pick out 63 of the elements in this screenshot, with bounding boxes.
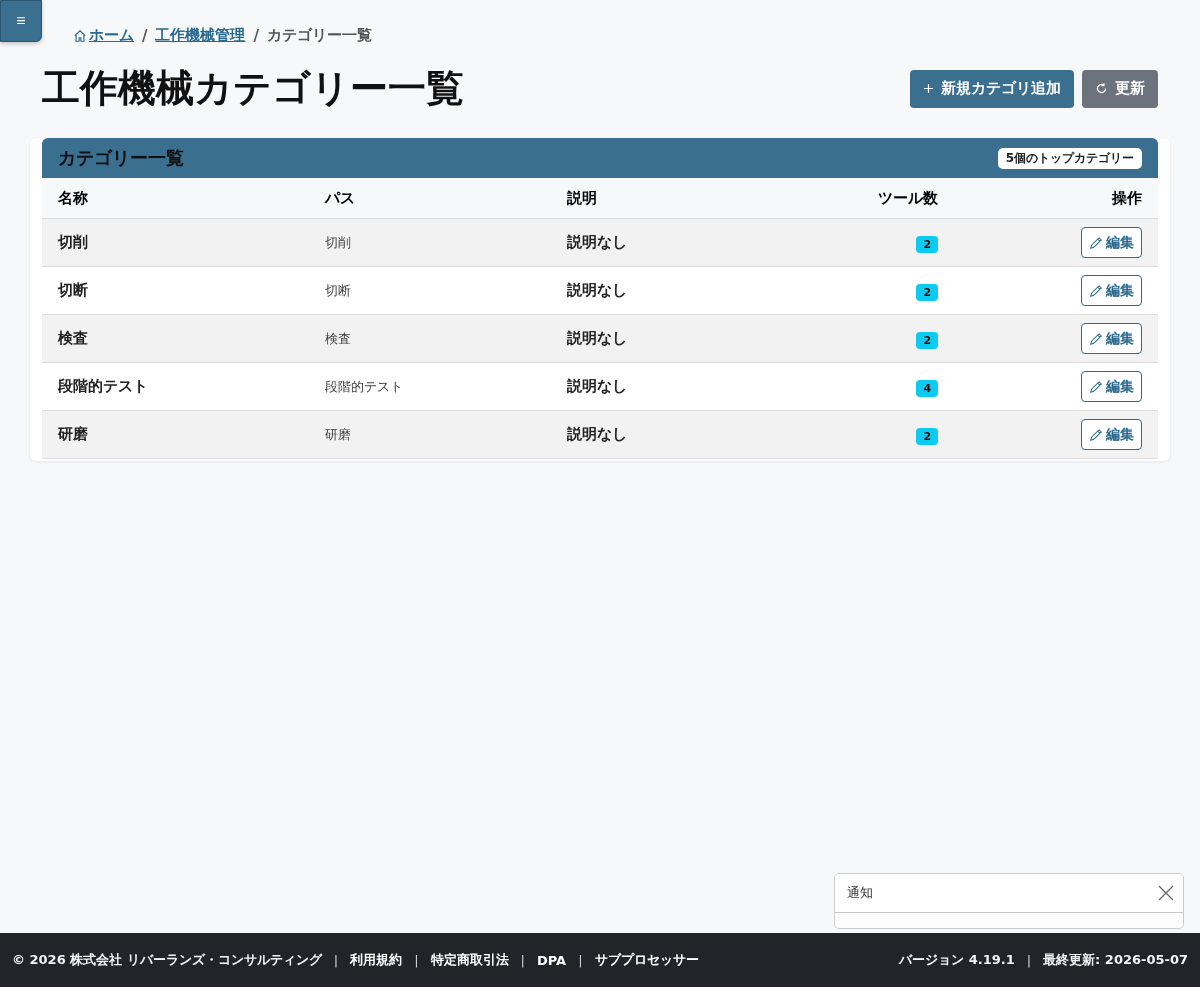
- table-cell: 段階的テスト: [42, 362, 310, 411]
- column-header: 操作: [954, 178, 1158, 219]
- pencil-icon: [1089, 331, 1103, 346]
- edit-button[interactable]: 編集: [1081, 275, 1142, 306]
- toast-title: 通知: [847, 884, 873, 902]
- footer-separator: |: [520, 952, 525, 968]
- footer-link[interactable]: サブプロセッサー: [594, 951, 699, 969]
- add-category-button[interactable]: 新規カテゴリ追加: [910, 69, 1074, 108]
- card-title: カテゴリー一覧: [58, 146, 184, 170]
- plus-icon: [923, 83, 934, 94]
- pencil-icon: [1089, 379, 1103, 394]
- table-cell: 研磨: [309, 410, 551, 459]
- home-link[interactable]: ホーム: [73, 26, 134, 45]
- edit-button[interactable]: 編集: [1081, 371, 1142, 402]
- edit-button[interactable]: 編集: [1081, 323, 1142, 354]
- table-cell: 説明なし: [550, 362, 753, 411]
- breadcrumb-current: カテゴリー一覧: [266, 26, 372, 45]
- column-header: パス: [309, 178, 551, 219]
- footer-link[interactable]: DPA: [536, 952, 567, 968]
- menu-button[interactable]: ≡: [0, 0, 42, 42]
- breadcrumb-separator: /: [142, 26, 148, 45]
- tool-count-badge: 2: [916, 331, 939, 349]
- table-cell: 説明なし: [550, 314, 753, 363]
- pencil-icon: [1089, 427, 1103, 442]
- table-cell: 段階的テスト: [309, 362, 551, 411]
- table-cell: 研磨: [42, 410, 310, 459]
- table-cell: 切断: [42, 266, 310, 315]
- footer-text: 最終更新: 2026-05-07: [1043, 951, 1188, 969]
- tool-count-badge: 4: [916, 379, 939, 397]
- footer-text: © 2026 株式会社 リバーランズ・コンサルティング: [12, 951, 322, 969]
- table-cell: 説明なし: [550, 410, 753, 459]
- footer-link[interactable]: 利用規約: [350, 951, 403, 969]
- pencil-icon: [1089, 235, 1103, 250]
- table-cell: 説明なし: [550, 218, 753, 267]
- breadcrumb-link[interactable]: 工作機械管理: [155, 26, 246, 45]
- table-cell: 切断: [309, 266, 551, 315]
- refresh-button[interactable]: 更新: [1082, 69, 1158, 108]
- refresh-icon: [1095, 82, 1108, 95]
- table-cell: 検査: [42, 314, 310, 363]
- footer-separator: |: [414, 952, 419, 968]
- home-icon: [73, 28, 87, 43]
- footer-separator: |: [578, 952, 583, 968]
- column-header: ツール数: [752, 178, 955, 219]
- footer-text: バージョン 4.19.1: [899, 951, 1015, 969]
- page-title: 工作機械カテゴリー一覧: [42, 65, 464, 112]
- table-cell: 説明なし: [550, 266, 753, 315]
- table-cell: 切削: [309, 218, 551, 267]
- breadcrumb-separator: /: [253, 26, 259, 45]
- close-button[interactable]: [1157, 884, 1175, 902]
- table-cell: 切削: [42, 218, 310, 267]
- table-cell: 検査: [309, 314, 551, 363]
- edit-button[interactable]: 編集: [1081, 227, 1142, 258]
- category-count-badge: 5個のトップカテゴリー: [997, 147, 1142, 169]
- column-header: 名称: [42, 178, 310, 219]
- column-header: 説明: [550, 178, 753, 219]
- tool-count-badge: 2: [916, 427, 939, 445]
- footer-separator: |: [1026, 952, 1032, 968]
- edit-button[interactable]: 編集: [1081, 419, 1142, 450]
- tool-count-badge: 2: [916, 283, 939, 301]
- footer-link[interactable]: 特定商取引法: [430, 951, 509, 969]
- pencil-icon: [1089, 283, 1103, 298]
- tool-count-badge: 2: [916, 235, 939, 253]
- footer-separator: |: [333, 952, 339, 968]
